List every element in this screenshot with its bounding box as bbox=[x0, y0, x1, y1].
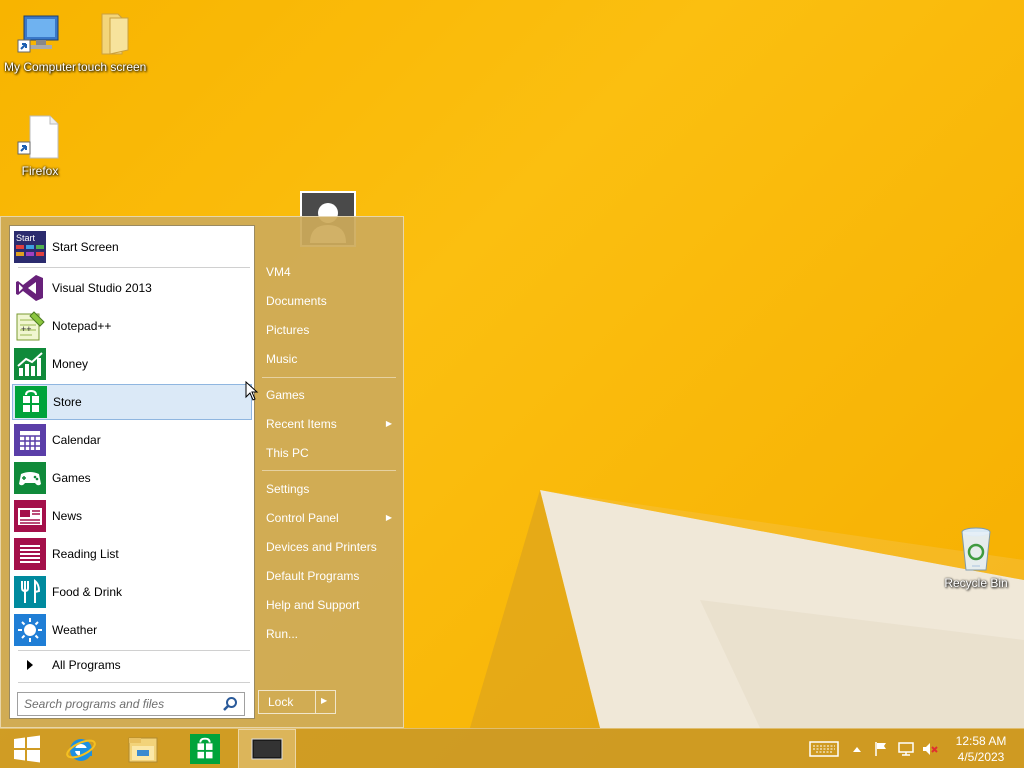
svg-text:++: ++ bbox=[21, 324, 32, 334]
network-icon[interactable] bbox=[896, 739, 916, 759]
link-help-support[interactable]: Help and Support bbox=[258, 592, 398, 618]
link-music[interactable]: Music bbox=[258, 346, 398, 372]
program-item-news[interactable]: News bbox=[12, 498, 252, 534]
start-button[interactable] bbox=[0, 729, 54, 768]
notepad-plus-plus-icon: ++ bbox=[14, 310, 46, 342]
programs-pane: Start Start Screen Visual Studio 2013 ++… bbox=[9, 225, 255, 719]
all-programs-button[interactable]: All Programs bbox=[12, 654, 252, 676]
svg-text:Start: Start bbox=[16, 233, 36, 243]
mouse-cursor-icon bbox=[245, 381, 259, 401]
file-explorer-icon bbox=[128, 737, 158, 763]
store-icon bbox=[15, 386, 47, 418]
program-item-calendar[interactable]: Calendar bbox=[12, 422, 252, 458]
weather-icon bbox=[14, 614, 46, 646]
link-control-panel[interactable]: Control Panel ▶ bbox=[258, 505, 398, 531]
reading-list-icon bbox=[14, 538, 46, 570]
separator bbox=[18, 682, 250, 683]
link-settings[interactable]: Settings bbox=[258, 476, 398, 502]
program-item-food-drink[interactable]: Food & Drink bbox=[12, 574, 252, 610]
program-item-reading-list[interactable]: Reading List bbox=[12, 536, 252, 572]
program-item-visual-studio[interactable]: Visual Studio 2013 bbox=[12, 270, 252, 306]
windows-logo-icon bbox=[14, 735, 40, 763]
link-recent-items[interactable]: Recent Items ▶ bbox=[258, 411, 398, 437]
show-hidden-icons-chevron-up-icon[interactable] bbox=[850, 739, 864, 759]
taskbar-internet-explorer[interactable] bbox=[54, 729, 108, 768]
window-thumbnail-icon bbox=[251, 738, 283, 760]
food-drink-icon bbox=[14, 576, 46, 608]
news-icon bbox=[14, 500, 46, 532]
program-item-weather[interactable]: Weather bbox=[12, 612, 252, 648]
link-pictures[interactable]: Pictures bbox=[258, 317, 398, 343]
internet-explorer-icon bbox=[66, 739, 96, 761]
folder-icon bbox=[88, 10, 136, 58]
recycle-bin-icon bbox=[952, 526, 1000, 574]
games-icon bbox=[14, 462, 46, 494]
program-item-store[interactable]: Store bbox=[12, 384, 252, 420]
link-run[interactable]: Run... bbox=[258, 621, 398, 647]
taskbar: 12:58 AM 4/5/2023 bbox=[0, 728, 1024, 768]
separator bbox=[262, 470, 396, 471]
triangle-right-icon: ▶ bbox=[385, 513, 392, 522]
start-screen-icon: Start bbox=[14, 231, 46, 263]
triangle-right-icon bbox=[14, 654, 46, 676]
computer-icon bbox=[16, 10, 64, 58]
program-item-notepad-plus-plus[interactable]: ++ Notepad++ bbox=[12, 308, 252, 344]
desktop-icon-my-computer[interactable]: My Computer bbox=[0, 10, 80, 74]
separator bbox=[18, 267, 250, 268]
search-input[interactable] bbox=[17, 692, 245, 716]
action-center-flag-icon[interactable] bbox=[872, 739, 890, 759]
program-item-games[interactable]: Games bbox=[12, 460, 252, 496]
clock-date: 4/5/2023 bbox=[957, 750, 1005, 764]
link-user-vm4[interactable]: VM4 bbox=[258, 259, 398, 285]
taskbar-file-explorer[interactable] bbox=[116, 729, 170, 768]
taskbar-desktop-window[interactable] bbox=[238, 729, 296, 768]
visual-studio-icon bbox=[14, 272, 46, 304]
search-icon[interactable] bbox=[222, 696, 238, 712]
taskbar-store[interactable] bbox=[178, 729, 232, 768]
file-shortcut-icon bbox=[16, 114, 64, 162]
money-icon bbox=[14, 348, 46, 380]
triangle-right-icon[interactable]: ▶ bbox=[321, 696, 327, 705]
volume-muted-icon[interactable] bbox=[920, 739, 940, 759]
touch-keyboard-icon[interactable] bbox=[808, 739, 840, 759]
desktop-icon-touch-screen[interactable]: touch screen bbox=[72, 10, 152, 74]
store-icon bbox=[190, 734, 220, 764]
calendar-icon bbox=[14, 424, 46, 456]
clock-time: 12:58 AM bbox=[955, 734, 1007, 748]
link-documents[interactable]: Documents bbox=[258, 288, 398, 314]
separator bbox=[262, 377, 396, 378]
taskbar-clock[interactable]: 12:58 AM 4/5/2023 bbox=[944, 733, 1018, 765]
link-devices-printers[interactable]: Devices and Printers bbox=[258, 534, 398, 560]
program-item-money[interactable]: Money bbox=[12, 346, 252, 382]
lock-button[interactable]: Lock ▶ bbox=[258, 690, 336, 714]
separator bbox=[315, 691, 316, 713]
link-games[interactable]: Games bbox=[258, 382, 398, 408]
desktop-icon-firefox[interactable]: Firefox bbox=[0, 114, 80, 178]
separator bbox=[18, 650, 250, 651]
desktop-icon-recycle-bin[interactable]: Recycle Bin bbox=[936, 526, 1016, 590]
link-default-programs[interactable]: Default Programs bbox=[258, 563, 398, 589]
triangle-right-icon: ▶ bbox=[385, 419, 392, 428]
link-this-pc[interactable]: This PC bbox=[258, 440, 398, 466]
program-item-start-screen[interactable]: Start Start Screen bbox=[12, 229, 252, 265]
